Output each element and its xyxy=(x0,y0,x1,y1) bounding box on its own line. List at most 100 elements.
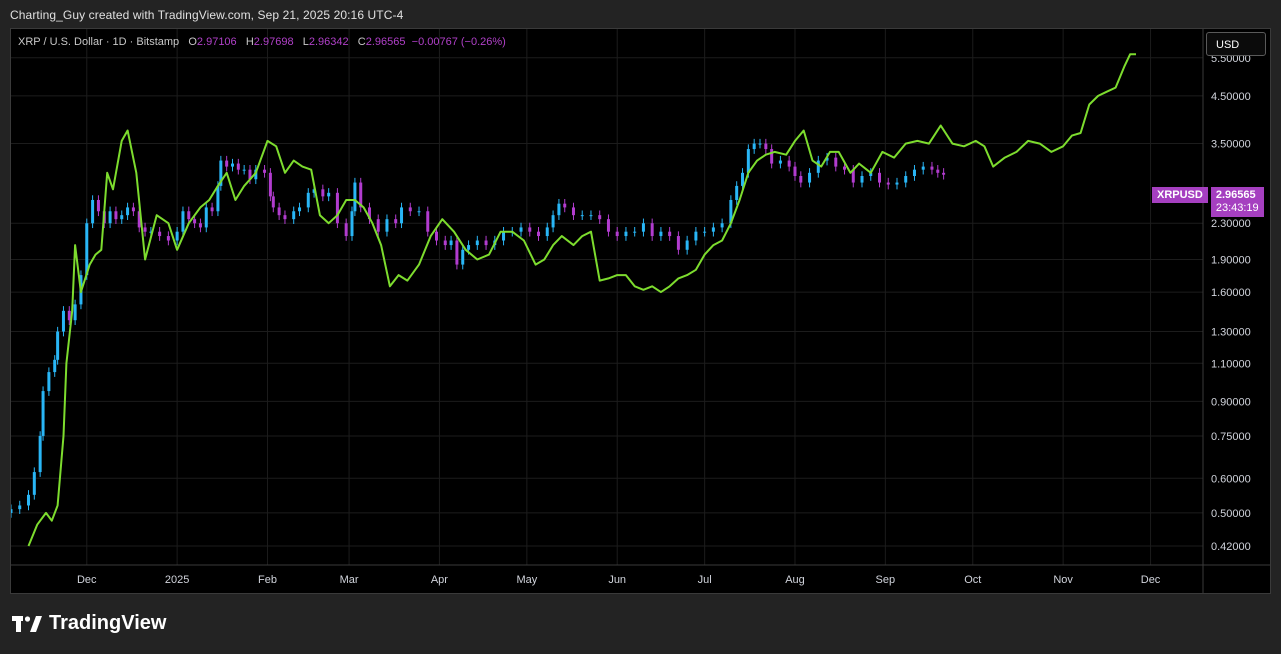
candle-body xyxy=(408,207,412,212)
candle-body xyxy=(606,219,610,232)
candle-body xyxy=(758,143,762,145)
candle-body xyxy=(277,207,281,216)
candle-body xyxy=(198,223,202,228)
candle-body xyxy=(589,215,593,217)
legend-high-value: 2.97698 xyxy=(253,36,294,48)
candle-body xyxy=(659,231,663,237)
candle-body xyxy=(551,215,555,228)
candle-body xyxy=(741,172,745,186)
candle-body xyxy=(537,231,541,237)
y-tick-label: 0.90000 xyxy=(1211,396,1251,408)
candle-body xyxy=(47,372,51,392)
legend-close-label: C xyxy=(357,36,366,48)
candle-body xyxy=(484,240,488,246)
candle-body xyxy=(921,166,925,170)
y-tick-label: 0.75000 xyxy=(1211,431,1251,443)
candle-body xyxy=(877,172,881,183)
candle-body xyxy=(283,215,287,220)
candle-body xyxy=(385,219,389,232)
candle-body xyxy=(615,231,619,237)
candle-body xyxy=(143,227,147,232)
candle-body xyxy=(703,231,707,233)
candle-body xyxy=(426,211,430,232)
candle-body xyxy=(353,182,357,212)
candle-body xyxy=(799,176,803,183)
x-tick-label: Jul xyxy=(698,574,712,586)
candle-body xyxy=(904,176,908,183)
candle-body xyxy=(834,157,838,167)
legend-open-value: 2.97106 xyxy=(196,36,237,48)
tradingview-logo[interactable]: TradingView xyxy=(12,612,166,635)
chart-frame[interactable]: 5.50000 4.50000 3.50000 2.30000 1.90000 1.600… xyxy=(10,28,1271,594)
candle-body xyxy=(327,192,331,197)
candle-body xyxy=(175,231,179,241)
chart-credit-header: Charting_Guy created with TradingView.co… xyxy=(10,8,404,22)
candle-body xyxy=(793,166,797,177)
candle-body xyxy=(633,231,637,233)
candle-body xyxy=(306,192,310,208)
x-tick-label: Feb xyxy=(258,574,277,586)
overlay-line-series xyxy=(27,53,1136,547)
legend-change: −0.00767 (−0.26%) xyxy=(411,36,506,48)
price-tag-box: 2.96565 23:43:19 xyxy=(1210,187,1264,217)
candle-body xyxy=(711,227,715,232)
candle-body xyxy=(126,207,130,216)
x-tick-label: Nov xyxy=(1053,574,1073,586)
candle-body xyxy=(210,207,214,212)
candle-body xyxy=(216,185,220,212)
candle-body xyxy=(598,215,602,220)
candle-body xyxy=(435,231,439,241)
price-tag-countdown: 23:43:19 xyxy=(1215,202,1259,214)
y-tick-label: 1.30000 xyxy=(1211,327,1251,339)
x-tick-label: Apr xyxy=(431,574,448,586)
candle-body xyxy=(641,223,645,232)
candle-body xyxy=(56,331,60,360)
candle-body xyxy=(580,215,584,217)
y-tick-label: 0.60000 xyxy=(1211,473,1251,485)
candle-body xyxy=(298,207,302,212)
candle-body xyxy=(860,176,864,183)
x-tick-label: Dec xyxy=(1141,574,1161,586)
candle-body xyxy=(193,219,197,224)
candle-body xyxy=(350,211,354,237)
y-tick-label: 2.30000 xyxy=(1211,218,1251,230)
legend-close-value: 2.96565 xyxy=(365,36,406,48)
x-tick-label: Sep xyxy=(876,574,896,586)
candle-body xyxy=(181,211,185,232)
candle-body xyxy=(230,163,234,167)
candle-body xyxy=(764,143,768,150)
candle-body xyxy=(563,203,567,208)
candle-body xyxy=(545,227,549,237)
x-tick-label: Oct xyxy=(964,574,981,586)
y-tick-label: 1.10000 xyxy=(1211,358,1251,370)
candle-body xyxy=(26,494,30,506)
candle-body xyxy=(187,211,191,220)
currency-button[interactable]: USD xyxy=(1206,32,1266,56)
candle-body xyxy=(11,509,13,513)
y-tick-label: 0.42000 xyxy=(1211,541,1251,553)
candle-body xyxy=(443,240,447,246)
candle-body xyxy=(571,207,575,216)
candle-body xyxy=(292,211,296,220)
candle-body xyxy=(32,472,36,495)
candle-body xyxy=(204,207,208,228)
candle-body xyxy=(18,505,22,510)
price-tag-price: 2.96565 xyxy=(1215,189,1256,201)
candle-body xyxy=(668,231,672,237)
candle-body xyxy=(787,160,791,167)
candle-body xyxy=(417,211,421,213)
candle-body xyxy=(166,236,170,241)
legend-open-label: O xyxy=(188,36,197,48)
candle-body xyxy=(61,310,65,332)
price-chart[interactable]: 5.500004.500003.500002.300001.900001.600… xyxy=(11,29,1270,593)
candle-body xyxy=(53,359,57,373)
candle-body xyxy=(930,166,934,170)
candle-body xyxy=(650,223,654,237)
candle-body xyxy=(895,182,899,185)
candle-body xyxy=(519,227,523,232)
x-tick-label: Aug xyxy=(785,574,805,586)
ohlc-legend: XRP / U.S. Dollar · 1D · Bitstamp O2.971… xyxy=(18,36,506,48)
candle-body xyxy=(335,192,339,224)
candle-body xyxy=(685,240,689,250)
candle-body xyxy=(449,240,453,246)
